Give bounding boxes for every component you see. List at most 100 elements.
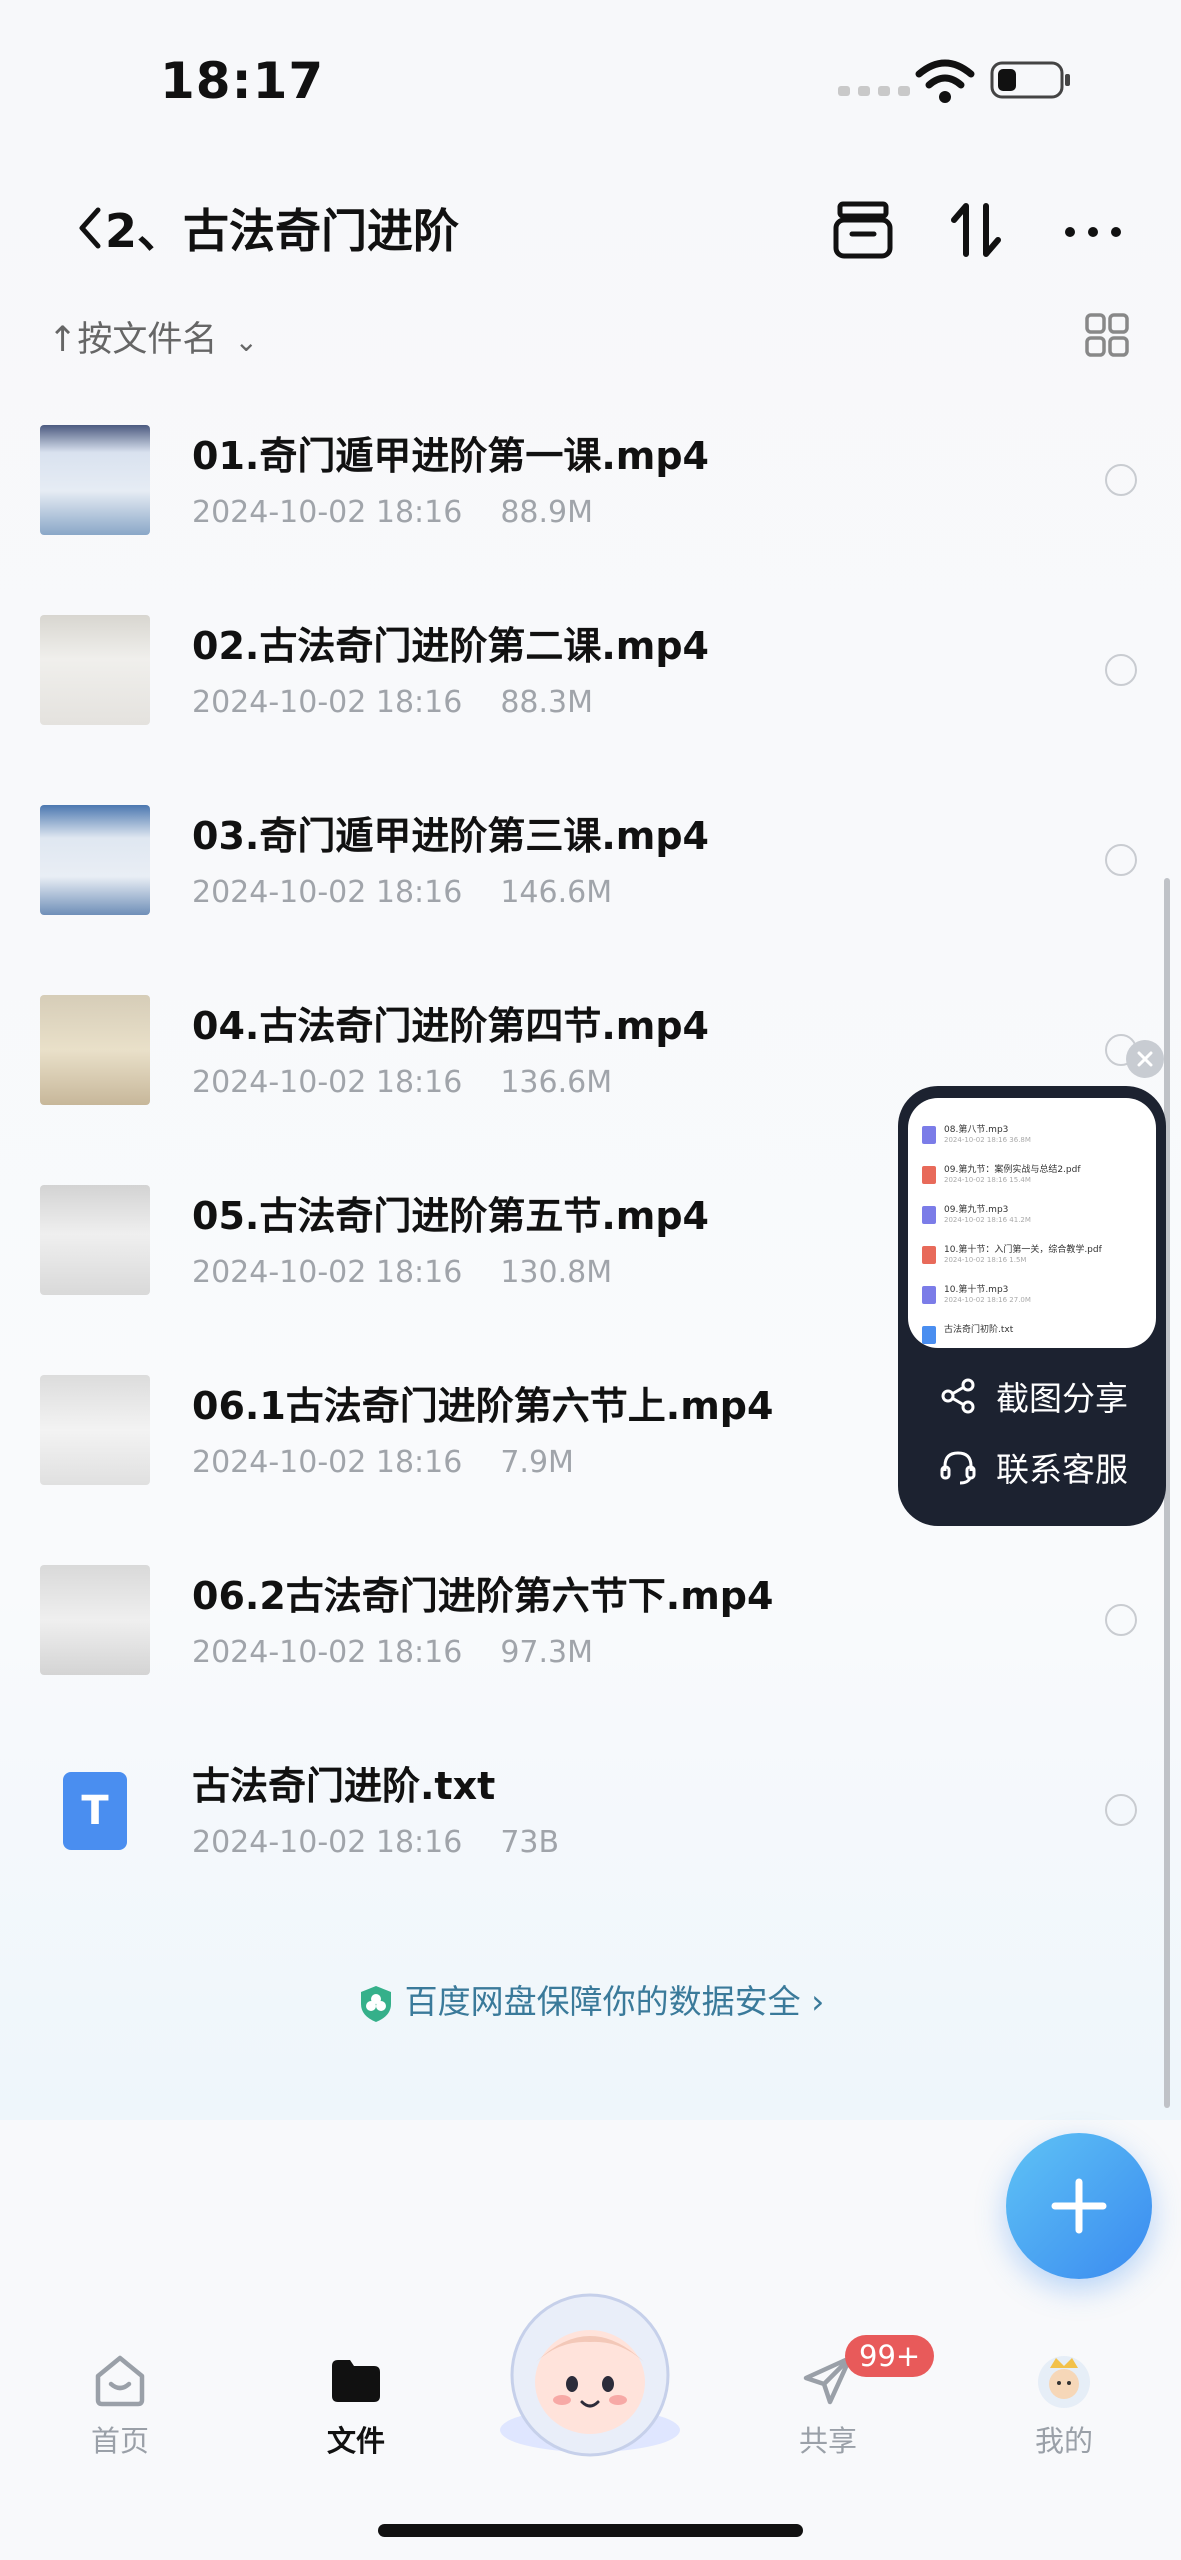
- file-row[interactable]: 06.2古法奇门进阶第六节下.mp4 2024-10-02 18:16 97.3M: [0, 1540, 1181, 1730]
- file-name: 02.古法奇门进阶第二课.mp4: [192, 624, 709, 668]
- add-button[interactable]: [1006, 2133, 1152, 2279]
- file-name: 古法奇门进阶.txt: [192, 1764, 496, 1808]
- popup-close-button[interactable]: [1126, 1040, 1164, 1078]
- file-row[interactable]: 01.奇门遁甲进阶第一课.mp4 2024-10-02 18:16 88.9M: [0, 400, 1181, 590]
- preview-row: 10.第十节：入门第一关，综合教学.pdf 2024-10-02 18:16 1…: [922, 1242, 1147, 1282]
- tab-files-label: 文件: [326, 2424, 385, 2458]
- signal-icon: [838, 86, 910, 96]
- audio-file-icon: [922, 1206, 936, 1224]
- select-checkbox[interactable]: [1105, 654, 1137, 686]
- file-date: 2024-10-02 18:16: [192, 1825, 463, 1860]
- shield-icon: [360, 1985, 391, 2022]
- file-date: 2024-10-02 18:16: [192, 875, 463, 910]
- txt-file-icon: [922, 1326, 936, 1344]
- pdf-file-icon: [922, 1166, 936, 1184]
- file-size: 7.9M: [500, 1445, 574, 1480]
- home-icon: [95, 2355, 145, 2407]
- page-title: 2、古法奇门进阶: [105, 204, 460, 258]
- video-thumbnail: [40, 615, 150, 725]
- headset-icon: [940, 1451, 976, 1485]
- data-safety-link[interactable]: 百度网盘保障你的数据安全 ›: [0, 1975, 1181, 2024]
- file-meta: 2024-10-02 18:16 73B: [192, 1825, 559, 1860]
- file-meta: 2024-10-02 18:16 97.3M: [192, 1635, 593, 1670]
- wifi-icon: [915, 59, 975, 103]
- video-thumbnail: [40, 805, 150, 915]
- share-notification-badge: 99+: [845, 2335, 935, 2377]
- file-name: 06.1古法奇门进阶第六节上.mp4: [192, 1384, 774, 1428]
- txt-file-icon: T: [63, 1772, 127, 1850]
- chevron-down-icon: ⌄: [234, 325, 258, 358]
- file-meta: 2024-10-02 18:16 88.9M: [192, 495, 593, 530]
- file-name: 01.奇门遁甲进阶第一课.mp4: [192, 434, 709, 478]
- file-size: 73B: [500, 1825, 560, 1860]
- file-date: 2024-10-02 18:16: [192, 1635, 463, 1670]
- video-thumbnail: [40, 1185, 150, 1295]
- tab-mine-label: 我的: [1034, 2424, 1093, 2458]
- tab-files[interactable]: 文件: [276, 2350, 436, 2460]
- audio-file-icon: [922, 1126, 936, 1144]
- back-icon[interactable]: [68, 188, 108, 268]
- file-date: 2024-10-02 18:16: [192, 495, 463, 530]
- sort-dropdown[interactable]: ↑按文件名 ⌄: [48, 311, 258, 362]
- file-date: 2024-10-02 18:16: [192, 1255, 463, 1290]
- file-row[interactable]: 02.古法奇门进阶第二课.mp4 2024-10-02 18:16 88.3M: [0, 590, 1181, 780]
- file-size: 136.6M: [500, 1065, 613, 1100]
- screenshot-preview[interactable]: 08.第八节.mp3 2024-10-02 18:16 36.8M 09.第九节…: [908, 1098, 1156, 1348]
- select-checkbox[interactable]: [1105, 464, 1137, 496]
- file-size: 130.8M: [500, 1255, 613, 1290]
- tab-mine[interactable]: 我的: [984, 2350, 1144, 2460]
- file-name: 05.古法奇门进阶第五节.mp4: [192, 1194, 709, 1238]
- file-row[interactable]: 03.奇门遁甲进阶第三课.mp4 2024-10-02 18:16 146.6M: [0, 780, 1181, 970]
- select-checkbox[interactable]: [1105, 1604, 1137, 1636]
- file-meta: 2024-10-02 18:16 7.9M: [192, 1445, 574, 1480]
- file-meta: 2024-10-02 18:16 88.3M: [192, 685, 593, 720]
- plus-icon: [1051, 2178, 1107, 2234]
- header: 2、古法奇门进阶: [0, 180, 1181, 280]
- file-row[interactable]: T 古法奇门进阶.txt 2024-10-02 18:16 73B: [0, 1730, 1181, 1920]
- data-safety-text: 百度网盘保障你的数据安全 ›: [404, 1982, 825, 2021]
- customer-service-button[interactable]: 联系客服: [938, 1442, 1128, 1492]
- preview-row: 10.第十节.mp3 2024-10-02 18:16 27.0M: [922, 1282, 1147, 1322]
- tab-home[interactable]: 首页: [40, 2350, 200, 2460]
- status-time: 18:17: [160, 52, 325, 110]
- file-meta: 2024-10-02 18:16 130.8M: [192, 1255, 612, 1290]
- folder-icon: [332, 2360, 380, 2402]
- audio-file-icon: [922, 1286, 936, 1304]
- preview-row: 08.第八节.mp3 2024-10-02 18:16 36.8M: [922, 1122, 1147, 1162]
- preview-row: 09.第九节.mp3 2024-10-02 18:16 41.2M: [922, 1202, 1147, 1242]
- sort-bar: ↑按文件名 ⌄: [48, 305, 1148, 365]
- sort-arrows-icon[interactable]: [942, 190, 1012, 270]
- screenshot-share-button[interactable]: 截图分享: [938, 1371, 1128, 1421]
- grid-view-icon[interactable]: [1083, 311, 1131, 359]
- preview-row: 09.第九节：案例实战与总结2.pdf 2024-10-02 18:16 15.…: [922, 1162, 1147, 1202]
- file-date: 2024-10-02 18:16: [192, 685, 463, 720]
- select-checkbox[interactable]: [1105, 1794, 1137, 1826]
- file-name: 06.2古法奇门进阶第六节下.mp4: [192, 1574, 774, 1618]
- more-icon[interactable]: [1058, 190, 1128, 270]
- home-indicator[interactable]: [378, 2524, 803, 2537]
- customer-service-label: 联系客服: [996, 1450, 1128, 1489]
- preview-row: 古法奇门初阶.txt: [922, 1322, 1147, 1348]
- file-size: 88.9M: [500, 495, 594, 530]
- avatar-icon: [1038, 2356, 1090, 2408]
- share-icon: [941, 1378, 975, 1414]
- mascot-assistant-icon[interactable]: [490, 2280, 690, 2460]
- file-meta: 2024-10-02 18:16 136.6M: [192, 1065, 612, 1100]
- close-icon: [1137, 1051, 1153, 1067]
- archive-icon[interactable]: [828, 190, 898, 270]
- file-date: 2024-10-02 18:16: [192, 1445, 463, 1480]
- pdf-file-icon: [922, 1246, 936, 1264]
- battery-icon: [990, 61, 1070, 99]
- file-size: 97.3M: [500, 1635, 594, 1670]
- sort-up-arrow-icon: ↑: [48, 320, 78, 360]
- file-size: 146.6M: [500, 875, 613, 910]
- video-thumbnail: [40, 1565, 150, 1675]
- sort-label: 按文件名: [77, 320, 218, 360]
- video-thumbnail: [40, 425, 150, 535]
- screenshot-popup: 08.第八节.mp3 2024-10-02 18:16 36.8M 09.第九节…: [898, 1086, 1166, 1526]
- tab-home-label: 首页: [90, 2424, 149, 2458]
- screenshot-share-label: 截图分享: [996, 1379, 1128, 1418]
- video-thumbnail: [40, 995, 150, 1105]
- select-checkbox[interactable]: [1105, 844, 1137, 876]
- file-meta: 2024-10-02 18:16 146.6M: [192, 875, 612, 910]
